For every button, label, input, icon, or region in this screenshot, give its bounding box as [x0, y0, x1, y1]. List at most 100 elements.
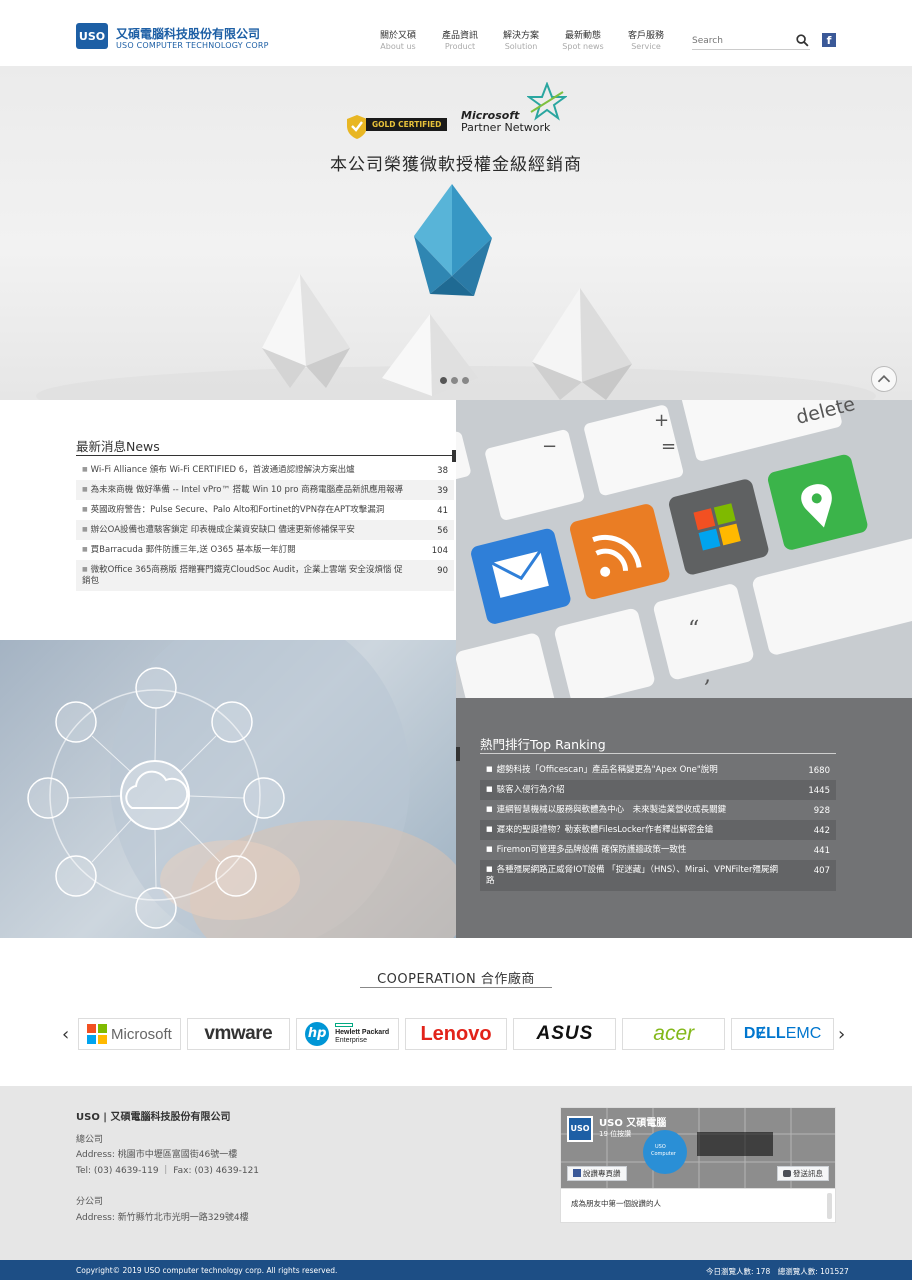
news-item-title: 辦公OA設備也遭駭客鎖定 印表機成企業資安缺口 儘速更新修補保平安 [82, 524, 407, 536]
fb-post-text: 成為朋友中第一個說讚的人 [571, 1199, 661, 1208]
ranking-item[interactable]: Firemon可管理多品牌設備 確保防護牆政策一致性 441 [480, 840, 836, 860]
news-item[interactable]: 微軟Office 365商務版 搭贈賽門鐵克CloudSoc Audit，企業上… [76, 560, 454, 591]
carousel-next-button[interactable]: › [838, 1024, 845, 1045]
company-name-zh[interactable]: 又碩電腦科技股份有限公司 [116, 25, 260, 42]
ranking-item[interactable]: 各種殭屍網路正威脅IOT設備 「捉迷藏」（HNS）、Mirai、VPNFilte… [480, 860, 836, 891]
ranking-item[interactable]: 駭客入侵行為介紹 1445 [480, 780, 836, 800]
hero-banner[interactable]: GOLD CERTIFIED Microsoft Partner Network… [0, 66, 912, 400]
news-list: Wi-Fi Alliance 頒布 Wi-Fi CERTIFIED 6，首波通過… [76, 460, 454, 591]
hpe-label-1: Hewlett Packard [335, 1029, 390, 1036]
search-input[interactable] [692, 33, 810, 50]
news-item-title: Wi-Fi Alliance 頒布 Wi-Fi CERTIFIED 6，首波通過… [82, 464, 407, 476]
brand-dell-label: DɆLL [743, 1025, 786, 1042]
brand-microsoft[interactable]: Microsoft [78, 1018, 181, 1050]
nav-product[interactable]: 產品資訊 Product [430, 28, 490, 51]
nav-spot-news-sub: Spot news [562, 42, 604, 51]
gold-certified-label: GOLD CERTIFIED [366, 118, 448, 131]
fb-like-button[interactable]: 說讚專頁讚 [567, 1166, 627, 1181]
news-item[interactable]: 辦公OA設備也遭駭客鎖定 印表機成企業資安缺口 儘速更新修補保平安 56 [76, 520, 454, 540]
ranking-section: 熱門排行Top Ranking 趨勢科技「Officescan」產品名稱變更為"… [456, 698, 912, 938]
carousel-prev-button[interactable]: ‹ [62, 1024, 69, 1045]
microsoft-partner-logo: Microsoft Partner Network [461, 110, 550, 134]
footer-branch-label: 分公司 [76, 1197, 104, 1207]
ranking-item[interactable]: 連網智慧機械以服務與軟體為中心 未來製造業營收成長關鍵 928 [480, 800, 836, 820]
nav-solution-sub: Solution [504, 42, 538, 51]
fb-like-icon [573, 1169, 581, 1177]
brand-hp[interactable]: hp Hewlett Packard Enterprise [295, 1018, 399, 1050]
brand-emc-label: EMC [785, 1025, 822, 1042]
facebook-icon[interactable]: f [822, 33, 836, 47]
visitor-counter: 今日瀏覽人數: 178 總瀏覽人數: 101527 [706, 1267, 849, 1276]
site-footer: USO | 又碩電腦科技股份有限公司 總公司 Address: 桃園市中壢區富國… [0, 1086, 912, 1260]
ranking-item[interactable]: 趨勢科技「Officescan」產品名稱變更為"Apex One"說明 1680 [480, 760, 836, 780]
scroll-top-button[interactable] [871, 366, 897, 392]
company-logo[interactable]: USO [76, 23, 108, 49]
keyboard-illustration: delete + = − “ , [456, 400, 912, 698]
nav-product-sub: Product [444, 42, 476, 51]
fb-page-name[interactable]: USO 又碩電腦 [599, 1114, 666, 1129]
nav-service-sub: Service [631, 42, 661, 51]
footer-branch-address: Address: 新竹縣竹北市光明一路329號4樓 [76, 1213, 249, 1223]
ranking-divider [480, 753, 836, 754]
news-divider [76, 455, 454, 456]
fb-badge-line2: Computer [651, 1151, 677, 1157]
ranking-item-title: 遲來的聖誕禮物？勒索軟體FilesLocker作者釋出解密金鑰 [486, 824, 786, 836]
ranking-item-count: 928 [813, 806, 830, 816]
news-title: 最新消息News [76, 439, 160, 454]
ranking-item-count: 1445 [808, 786, 830, 796]
facebook-page-widget[interactable]: USO Computer USO USO 又碩電腦 19 位按讚 說讚專頁讚 發… [560, 1107, 836, 1223]
ranking-item-title: Firemon可管理多品牌設備 確保防護牆政策一致性 [486, 844, 786, 856]
fb-page-avatar[interactable]: USO [567, 1116, 593, 1142]
nav-about-label: 關於又碩 [379, 31, 416, 41]
fb-post-area: 成為朋友中第一個說讚的人 [561, 1188, 835, 1222]
news-item[interactable]: 英國政府警告：Pulse Secure、Palo Alto和Fortinet的V… [76, 500, 454, 520]
cooperation-divider [360, 987, 552, 988]
brand-acer[interactable]: acer [622, 1018, 726, 1050]
brand-lenovo[interactable]: Lenovo [404, 1018, 508, 1050]
news-item-count: 56 [437, 526, 448, 536]
hpe-icon [335, 1023, 354, 1027]
slider-dot-3[interactable] [462, 377, 469, 384]
ranking-item-title: 連網智慧機械以服務與軟體為中心 未來製造業營收成長關鍵 [486, 804, 786, 816]
news-item-title: 買Barracuda 郵件防護三年,送 O365 基本版一年訂閱 [82, 544, 407, 556]
slider-dots [440, 377, 469, 384]
brand-vmware[interactable]: vmware [186, 1018, 290, 1050]
fb-message-button[interactable]: 發送訊息 [777, 1166, 829, 1181]
news-item[interactable]: Wi-Fi Alliance 頒布 Wi-Fi CERTIFIED 6，首波通過… [76, 460, 454, 480]
news-item-count: 41 [437, 506, 448, 516]
ranking-item[interactable]: 遲來的聖誕禮物？勒索軟體FilesLocker作者釋出解密金鑰 442 [480, 820, 836, 840]
footer-hq-phone: Tel: (03) 4639-119 ｜ Fax: (03) 4639-121 [76, 1166, 260, 1176]
news-item-title: 為未來商機 做好準備 -- Intel vPro™ 搭載 Win 10 pro … [82, 484, 407, 496]
brand-asus[interactable]: ASUS [513, 1018, 617, 1050]
site-header: USO 又碩電腦科技股份有限公司 USO COMPUTER TECHNOLOGY… [0, 0, 912, 66]
microsoft-icon [87, 1024, 107, 1044]
nav-service[interactable]: 客戶服務 Service [616, 28, 676, 51]
nav-solution[interactable]: 解決方案 Solution [491, 28, 551, 51]
search-icon[interactable] [796, 34, 809, 47]
ranking-item-count: 442 [813, 826, 830, 836]
footer-company: USO | 又碩電腦科技股份有限公司 [76, 1112, 231, 1123]
slider-dot-1[interactable] [440, 377, 447, 384]
news-item-count: 38 [437, 466, 448, 476]
news-item[interactable]: 為未來商機 做好準備 -- Intel vPro™ 搭載 Win 10 pro … [76, 480, 454, 500]
slider-dot-2[interactable] [451, 377, 458, 384]
ranking-item-count: 1680 [808, 766, 830, 776]
brand-dell-emc[interactable]: DɆLL EMC [731, 1018, 835, 1050]
footer-hq-label: 總公司 [76, 1135, 104, 1145]
quote-key-label: “ [688, 617, 699, 642]
nav-spot-news[interactable]: 最新動態 Spot news [553, 28, 613, 51]
company-name-en: USO COMPUTER TECHNOLOGY CORP [116, 41, 269, 50]
cloud-network-image [0, 640, 456, 938]
fb-badge-line1: USO [655, 1144, 666, 1150]
ranking-item-title: 駭客入侵行為介紹 [486, 784, 786, 796]
partner-logos: Microsoft vmware hp Hewlett Packard Ente… [78, 1018, 835, 1050]
news-item-title: 英國政府警告：Pulse Secure、Palo Alto和Fortinet的V… [82, 504, 407, 516]
copyright-bar: Copyright© 2019 USO computer technology … [0, 1260, 912, 1280]
news-item[interactable]: 買Barracuda 郵件防護三年,送 O365 基本版一年訂閱 104 [76, 540, 454, 560]
fb-widget-scrollbar[interactable] [827, 1193, 832, 1219]
nav-solution-label: 解決方案 [502, 31, 539, 41]
ranking-list: 趨勢科技「Officescan」產品名稱變更為"Apex One"說明 1680… [480, 760, 836, 891]
nav-about[interactable]: 關於又碩 About us [368, 28, 428, 51]
ranking-item-title: 各種殭屍網路正威脅IOT設備 「捉迷藏」（HNS）、Mirai、VPNFilte… [486, 864, 786, 887]
fb-page-likes: 19 位按讚 [599, 1130, 632, 1138]
